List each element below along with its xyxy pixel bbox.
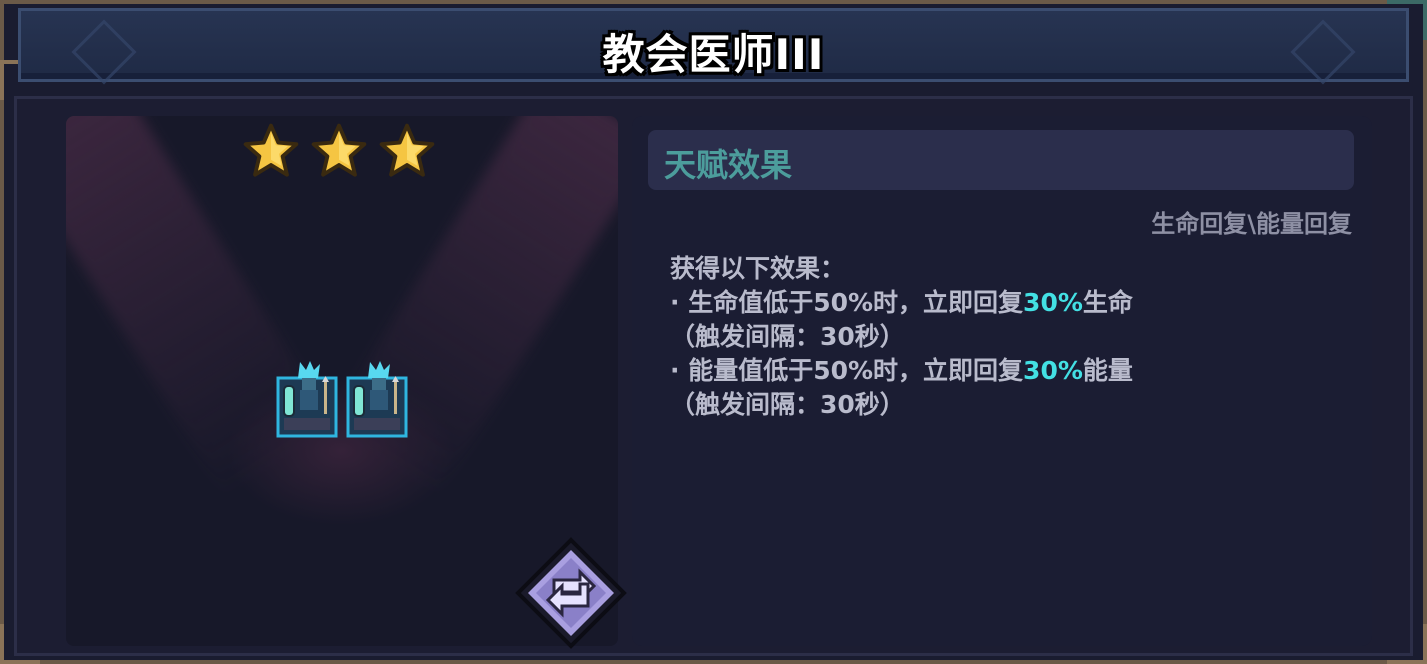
effect-highlight-value: 30% [1023,356,1083,385]
talent-header: 天赋效果 [648,130,1354,190]
talent-tags: 生命回复\能量回复 [1151,210,1352,238]
effect-text: 能量 [1082,356,1133,385]
talent-intro: 获得以下效果： [670,254,846,283]
frame-corner [1387,624,1427,664]
effect-text: · 能量值低于50%时，立即回复 [670,356,1024,385]
star-icon [311,123,367,177]
effect-text: · 生命值低于50%时，立即回复 [670,288,1024,317]
talent-panel: 天赋效果 生命回复\能量回复 获得以下效果： · 生命值低于50%时，立即回复3… [632,116,1372,646]
effect-line-energy: · 能量值低于50%时，立即回复30%能量 [670,354,1133,388]
star-rating [242,122,436,180]
frame-corner [0,624,40,664]
star-icon [379,123,435,177]
dialog-title: 教会医师III [602,30,825,79]
effect-text: 生命 [1082,288,1133,317]
unit-group [276,360,408,438]
effect-highlight-value: 30% [1023,288,1083,317]
refresh-icon[interactable] [514,536,628,650]
title-bar: 教会医师III [18,8,1409,82]
effect-interval: （触发间隔：30秒） [670,322,905,351]
healer-unit-icon[interactable] [346,360,408,438]
effect-line-health: · 生命值低于50%时，立即回复30%生命 [670,286,1133,320]
talent-description: 获得以下效果： · 生命值低于50%时，立即回复30%生命 （触发间隔：30秒）… [670,252,1133,422]
healer-unit-icon[interactable] [276,360,338,438]
effect-interval: （触发间隔：30秒） [670,390,905,419]
talent-header-title: 天赋效果 [664,146,793,184]
star-icon [243,123,299,177]
